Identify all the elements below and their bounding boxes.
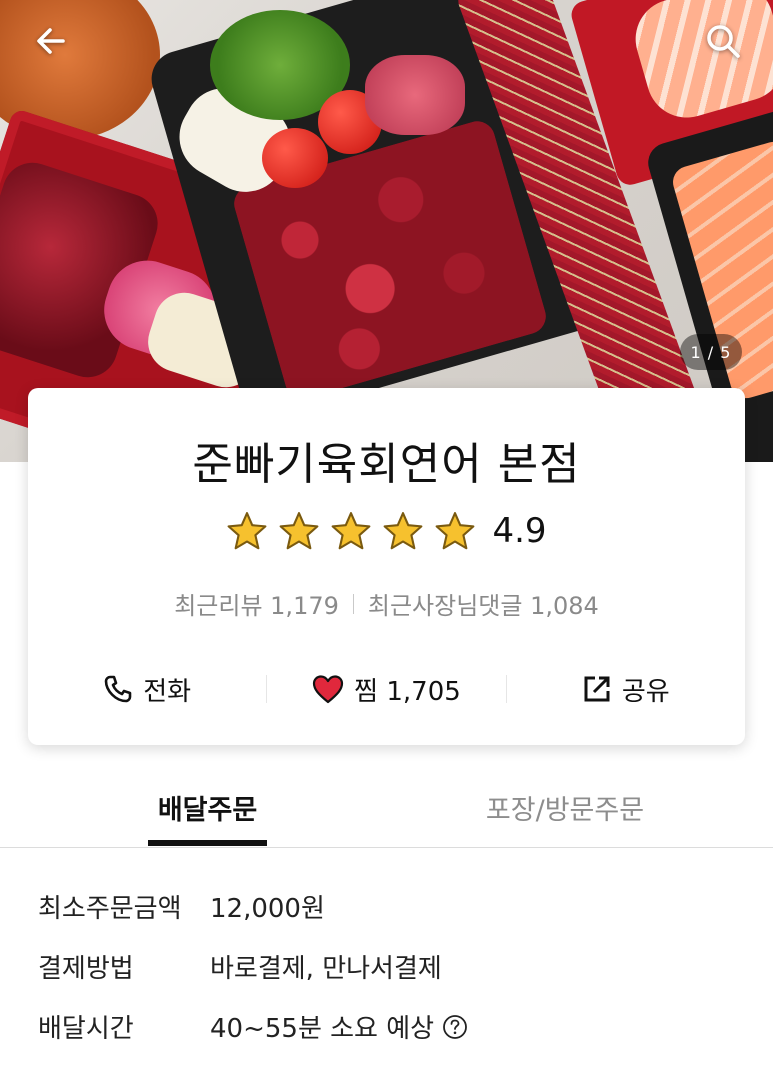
divider bbox=[352, 593, 354, 614]
min-order-label: 최소주문금액 bbox=[38, 894, 182, 924]
review-counts[interactable]: 최근리뷰 1,179 최근사장님댓글 1,084 bbox=[28, 586, 745, 621]
payment-method-value: 바로결제, 만나서결제 bbox=[210, 954, 442, 984]
back-arrow-icon bbox=[37, 28, 65, 54]
heart-icon bbox=[313, 675, 344, 704]
search-button[interactable] bbox=[700, 18, 746, 64]
tab-delivery-order[interactable]: 배달주문 bbox=[148, 788, 267, 827]
owner-replies-count[interactable]: 최근사장님댓글 1,084 bbox=[368, 586, 599, 621]
delivery-time-label: 배달시간 bbox=[38, 1014, 134, 1044]
payment-method-label: 결제방법 bbox=[38, 954, 134, 984]
star-icon bbox=[228, 512, 267, 550]
rating-row[interactable]: 4.9 bbox=[28, 510, 745, 552]
delivery-time-row: 배달시간 40~55분 소요 예상 bbox=[38, 1008, 468, 1045]
food-raw-meat-image bbox=[365, 55, 465, 135]
star-rating bbox=[226, 510, 476, 552]
min-order-value: 12,000원 bbox=[210, 894, 325, 924]
share-label: 공유 bbox=[621, 676, 670, 707]
star-icon bbox=[332, 512, 371, 550]
store-name: 준빠기육회연어 본점 bbox=[192, 439, 581, 490]
star-icon bbox=[384, 512, 423, 550]
active-tab-indicator bbox=[148, 840, 267, 846]
phone-icon bbox=[104, 675, 132, 703]
question-circle-icon[interactable] bbox=[442, 1014, 468, 1040]
store-info-card: 준빠기육회연어 본점 4.9 최근리뷰 1,179 최근사장님댓글 1,084 … bbox=[28, 388, 745, 745]
like-button[interactable]: 찜 1,705 bbox=[267, 671, 505, 708]
order-type-tabs: 배달주문 포장/방문주문 bbox=[0, 760, 773, 848]
share-button[interactable]: 공유 bbox=[507, 671, 745, 708]
store-actions: 전화 찜 1,705 공유 bbox=[28, 664, 745, 714]
min-order-row: 최소주문금액 12,000원 bbox=[38, 888, 325, 925]
call-label: 전화 bbox=[143, 676, 192, 707]
recent-reviews-count[interactable]: 최근리뷰 1,179 bbox=[174, 586, 339, 621]
search-icon bbox=[707, 25, 740, 58]
payment-method-row: 결제방법 바로결제, 만나서결제 bbox=[38, 948, 442, 985]
star-icon bbox=[280, 512, 319, 550]
food-tomato-image bbox=[262, 128, 328, 188]
call-button[interactable]: 전화 bbox=[28, 671, 266, 708]
share-icon bbox=[584, 676, 610, 702]
tab-pickup-order[interactable]: 포장/방문주문 bbox=[470, 788, 660, 827]
delivery-time-value: 40~55분 소요 예상 bbox=[210, 1014, 435, 1044]
image-page-counter: 1 / 5 bbox=[680, 334, 742, 370]
back-button[interactable] bbox=[28, 18, 74, 64]
like-count: 찜 1,705 bbox=[354, 676, 461, 707]
rating-value: 4.9 bbox=[492, 511, 547, 551]
star-icon bbox=[436, 512, 475, 550]
delivery-time-value-group: 40~55분 소요 예상 bbox=[210, 1008, 468, 1045]
